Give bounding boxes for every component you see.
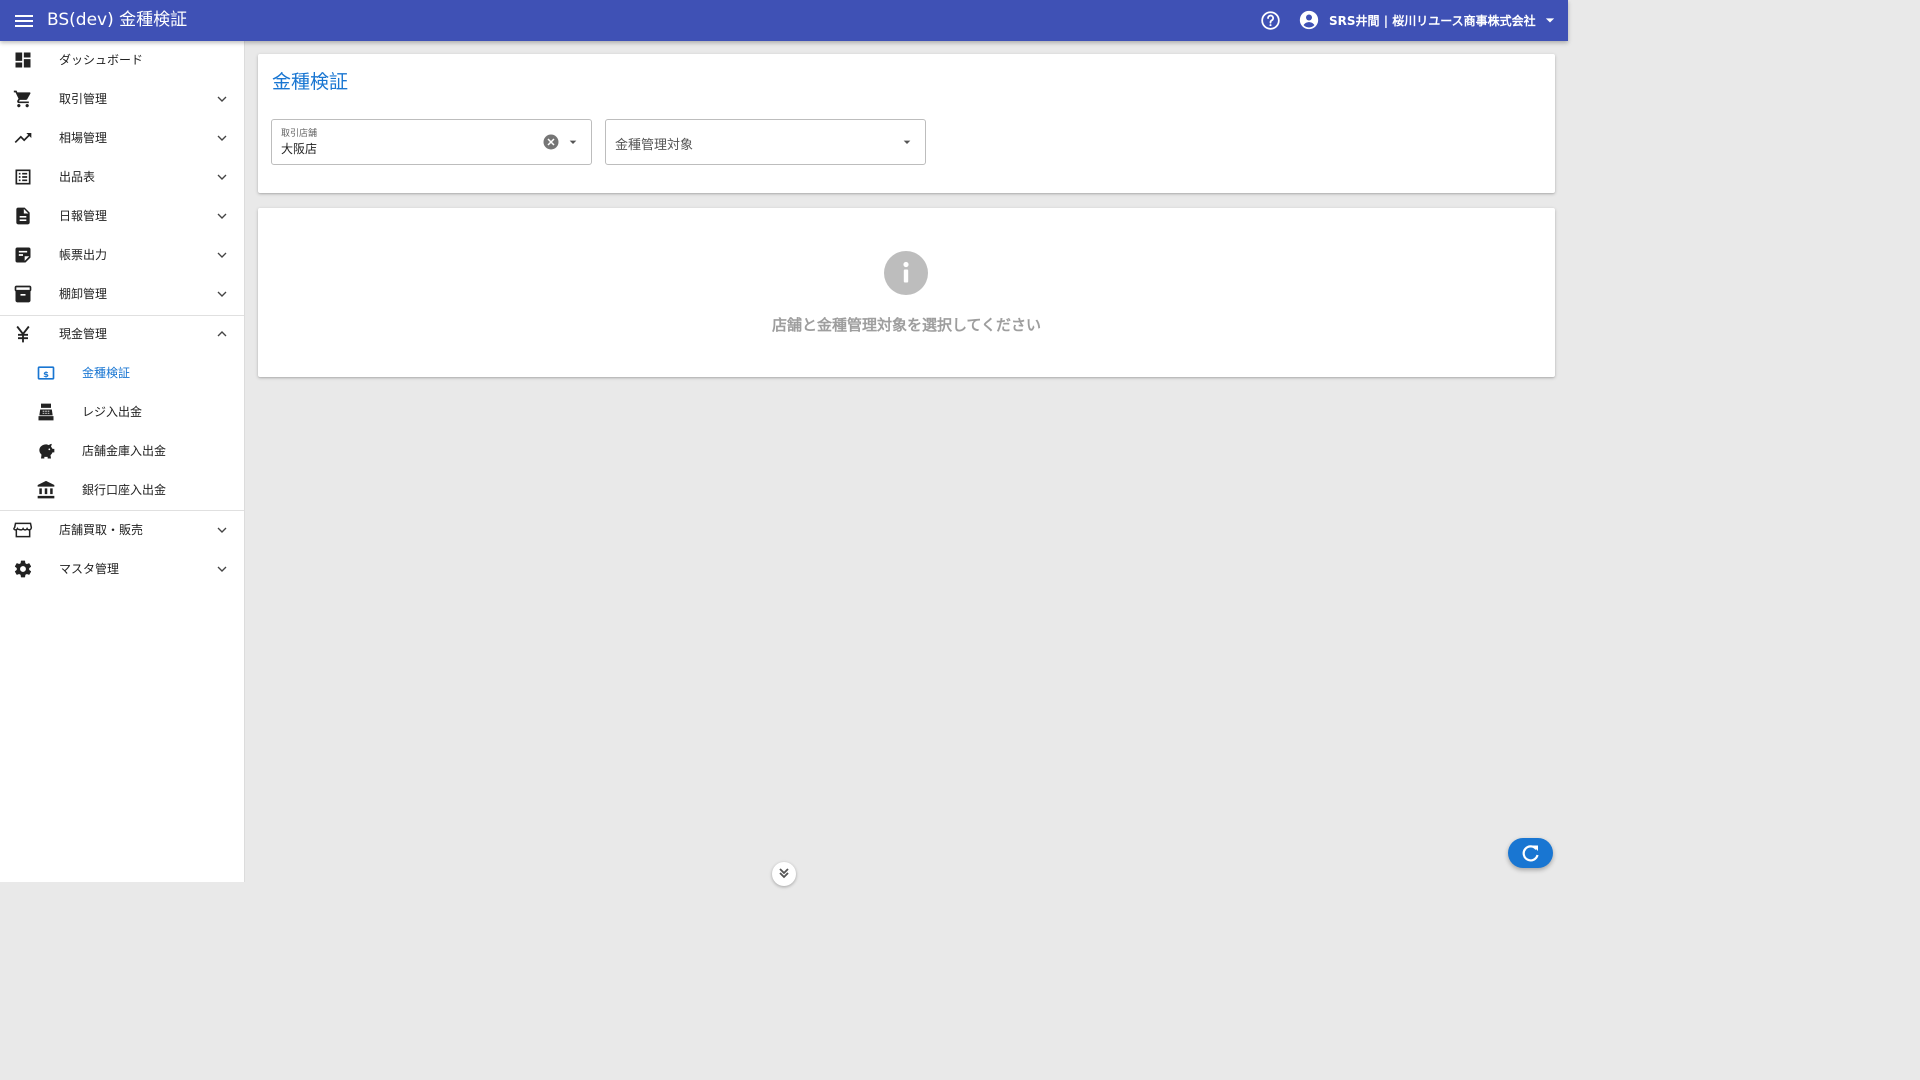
page-title: 金種検証: [272, 71, 349, 93]
sidebar-item-listing[interactable]: 出品表: [0, 158, 244, 197]
cart-icon: [13, 90, 31, 108]
chevron-down-icon: [217, 291, 227, 297]
sidebar-item-store-trade[interactable]: 店舗買取・販売: [0, 511, 244, 550]
sidebar-item-forms[interactable]: 帳票出力: [0, 236, 244, 275]
arrow-drop-down-icon: [903, 140, 911, 144]
app-bar: BS(dev) 金種検証 SRS井間 | 桜川リユース商事株式会社: [0, 0, 1568, 41]
sidebar-item-label: 現金管理: [59, 327, 108, 341]
store-select[interactable]: 取引店舗 大阪店: [271, 119, 592, 165]
sidebar-item-register[interactable]: レジ入出金: [0, 393, 244, 432]
refresh-button[interactable]: [1508, 838, 1553, 868]
sidebar-item-label: 日報管理: [59, 209, 108, 223]
document-icon: [16, 207, 30, 225]
menu-icon[interactable]: [12, 9, 36, 33]
sidebar-item-master[interactable]: マスタ管理: [0, 550, 244, 589]
cash-register-icon: [38, 403, 54, 421]
denomination-target-select[interactable]: 金種管理対象: [605, 119, 926, 165]
sidebar-item-label: ダッシュボード: [59, 53, 144, 67]
chevron-down-icon: [217, 213, 227, 219]
piggy-bank-icon: [39, 443, 55, 459]
chevron-down-icon: [217, 527, 227, 533]
sidebar-item-inventory[interactable]: 棚卸管理: [0, 275, 244, 314]
sidebar-item-daily-report[interactable]: 日報管理: [0, 197, 244, 236]
trending-up-icon: [14, 133, 32, 143]
sidebar-item-label: 店舗買取・販売: [59, 523, 144, 537]
sticky-note-icon: [15, 247, 31, 263]
sidebar-item-label: 帳票出力: [59, 248, 108, 262]
sidebar-item-market[interactable]: 相場管理: [0, 119, 244, 158]
app-title: BS(dev) 金種検証: [47, 10, 188, 30]
arrow-drop-down-icon: [569, 140, 577, 144]
info-card: 店舗と金種管理対象を選択してください: [258, 208, 1555, 377]
store-icon: [13, 522, 33, 538]
sidebar: ダッシュボード 取引管理 相場管理 出品表 日報管理 帳票出力 棚卸管理 現金管…: [0, 41, 245, 882]
store-select-label: 取引店舗: [281, 129, 318, 139]
sidebar-item-label: 取引管理: [59, 92, 108, 106]
sidebar-item-label: 相場管理: [59, 131, 108, 145]
sidebar-item-label: 銀行口座入出金: [82, 483, 167, 497]
sidebar-item-bank-account[interactable]: 銀行口座入出金: [0, 471, 244, 510]
help-icon[interactable]: [1260, 10, 1281, 31]
dashboard-icon: [15, 52, 31, 68]
sidebar-item-denomination-check[interactable]: $ 金種検証: [0, 354, 244, 393]
list-icon: [15, 169, 31, 185]
yen-icon: [16, 325, 30, 343]
archive-icon: [14, 285, 32, 303]
chevron-double-down-icon: [779, 868, 789, 879]
chevron-down-icon: [217, 135, 227, 141]
user-name: SRS井間 | 桜川リユース商事株式会社: [1329, 13, 1536, 28]
store-select-value: 大阪店: [281, 142, 318, 156]
arrow-drop-down-icon: [1545, 18, 1554, 23]
chevron-down-icon: [217, 96, 227, 102]
sidebar-item-label: 棚卸管理: [59, 287, 108, 301]
chevron-down-icon: [217, 566, 227, 572]
bank-icon: [37, 480, 55, 499]
money-icon: $: [37, 366, 55, 380]
sidebar-item-label: 金種検証: [82, 366, 131, 380]
sidebar-item-label: レジ入出金: [82, 405, 143, 419]
info-message: 店舗と金種管理対象を選択してください: [771, 316, 1042, 334]
filter-card: 金種検証 取引店舗 大阪店 金種管理対象: [258, 54, 1555, 193]
sidebar-item-label: 店舗金庫入出金: [82, 444, 167, 458]
sidebar-item-label: マスタ管理: [59, 562, 120, 576]
sidebar-item-transactions[interactable]: 取引管理: [0, 80, 244, 119]
chevron-down-icon: [217, 252, 227, 258]
sidebar-item-label: 出品表: [59, 170, 96, 184]
gear-icon: [14, 560, 32, 578]
info-icon: [884, 251, 928, 295]
sidebar-item-store-safe[interactable]: 店舗金庫入出金: [0, 432, 244, 471]
sidebar-item-dashboard[interactable]: ダッシュボード: [0, 41, 244, 80]
chevron-up-icon: [217, 331, 227, 337]
sidebar-item-cash[interactable]: 現金管理: [0, 315, 244, 354]
account-circle-icon: [1299, 10, 1319, 30]
scroll-down-button[interactable]: [772, 862, 796, 886]
user-menu[interactable]: SRS井間 | 桜川リユース商事株式会社: [1299, 8, 1560, 32]
clear-icon[interactable]: [542, 133, 560, 151]
refresh-icon: [1522, 845, 1539, 862]
denomination-target-placeholder: 金種管理対象: [615, 138, 694, 153]
svg-text:$: $: [43, 369, 49, 379]
chevron-down-icon: [217, 174, 227, 180]
